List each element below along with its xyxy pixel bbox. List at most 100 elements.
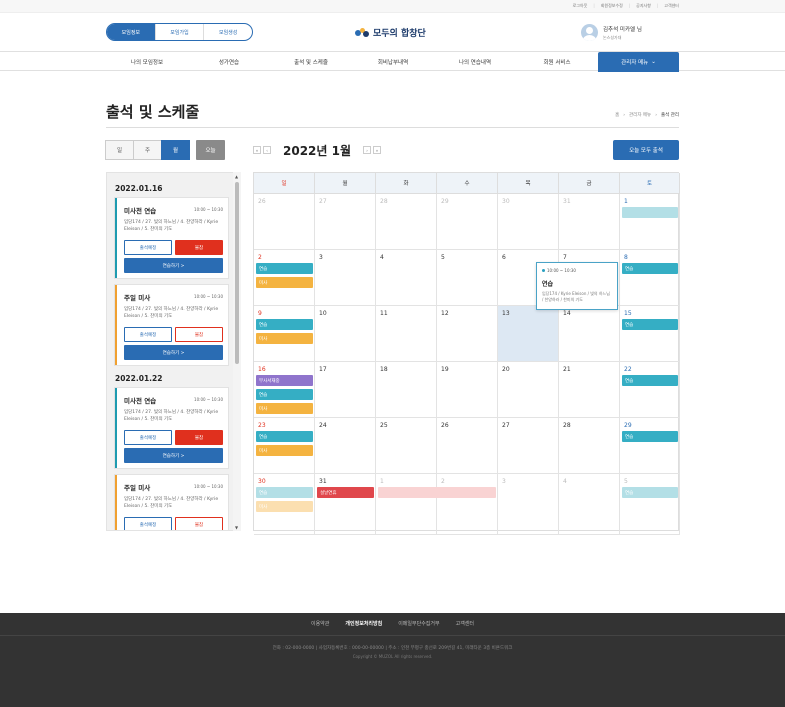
day-cell[interactable]: 29: [437, 194, 498, 250]
day-cell[interactable]: 26: [254, 194, 315, 250]
nav-item-6[interactable]: 회원 서비스: [516, 52, 598, 71]
scroll-up-icon[interactable]: ▲: [235, 174, 238, 179]
absent-button[interactable]: 불참: [175, 517, 223, 530]
breadcrumb-item[interactable]: 홈: [615, 112, 619, 118]
next-year-button[interactable]: »: [373, 146, 382, 154]
day-cell[interactable]: 18: [376, 362, 437, 418]
attend-planned-button[interactable]: 출석예정: [124, 517, 172, 530]
day-cell[interactable]: 1: [620, 194, 680, 250]
calendar-event[interactable]: 설날연휴: [317, 487, 374, 498]
breadcrumb-item[interactable]: 관리자 메뉴: [629, 112, 651, 118]
view-button-2[interactable]: 주: [133, 140, 162, 160]
attend-planned-button[interactable]: 출석예정: [124, 327, 172, 342]
day-cell[interactable]: 30: [498, 194, 559, 250]
view-button-1[interactable]: 일: [105, 140, 134, 160]
day-cell[interactable]: 4: [559, 474, 620, 535]
calendar-event[interactable]: 연습: [622, 263, 678, 274]
calendar-event[interactable]: 미사: [256, 501, 313, 512]
prev-month-button[interactable]: ‹: [263, 146, 271, 154]
practice-button[interactable]: 연습하기 >: [124, 345, 223, 360]
nav-item-3[interactable]: 출석 및 스케줄: [270, 52, 352, 71]
scroll-down-icon[interactable]: ▼: [235, 525, 238, 530]
calendar-event[interactable]: 연습: [622, 319, 678, 330]
day-cell[interactable]: 5: [620, 474, 680, 535]
nav-item-4[interactable]: 회비납부내역: [352, 52, 434, 71]
util-link[interactable]: 회원정보수정: [601, 3, 623, 9]
day-cell[interactable]: 19: [437, 362, 498, 418]
day-cell[interactable]: 14: [559, 306, 620, 362]
view-button-3[interactable]: 월: [161, 140, 190, 160]
day-cell[interactable]: 3: [498, 474, 559, 535]
footer-link[interactable]: 고객센터: [448, 620, 482, 627]
day-cell[interactable]: 27: [498, 418, 559, 474]
day-cell[interactable]: 26: [437, 418, 498, 474]
util-link[interactable]: 공지사항: [636, 3, 651, 9]
day-cell[interactable]: 12: [437, 306, 498, 362]
calendar-event[interactable]: 연습: [622, 487, 678, 498]
absent-button[interactable]: 불참: [175, 327, 223, 342]
day-cell[interactable]: 20: [498, 362, 559, 418]
segment-3[interactable]: 모임생성: [204, 24, 252, 40]
day-cell[interactable]: 4: [376, 250, 437, 306]
day-cell[interactable]: 5: [437, 250, 498, 306]
day-cell[interactable]: 11: [376, 306, 437, 362]
practice-button[interactable]: 연습하기 >: [124, 448, 223, 463]
day-cell[interactable]: 24: [315, 418, 376, 474]
footer-link[interactable]: 이메일무단수집거부: [390, 620, 447, 627]
day-cell[interactable]: 21: [559, 362, 620, 418]
calendar-event[interactable]: 부사서재중: [256, 375, 313, 386]
calendar-event[interactable]: 연습: [256, 263, 313, 274]
user-profile[interactable]: 김추석 미카엘 님 논스성가대: [581, 24, 642, 41]
event-popup[interactable]: 10:00 ~ 10:30 연습 입당174 / Kyrie Eleison /…: [536, 262, 618, 310]
nav-item-7[interactable]: 관리자 메뉴 ⌄: [598, 52, 679, 72]
calendar-event[interactable]: 연습: [622, 431, 678, 442]
nav-item-2[interactable]: 성가연습: [188, 52, 270, 71]
calendar-event[interactable]: 미사: [256, 403, 313, 414]
practice-button[interactable]: 연습하기 >: [124, 258, 223, 273]
footer-link[interactable]: 개인정보처리방침: [337, 620, 390, 627]
scrollbar[interactable]: ▲ ▼: [233, 172, 241, 531]
nav-item-5[interactable]: 나의 연습내역: [434, 52, 516, 71]
calendar-event[interactable]: 연습: [256, 389, 313, 400]
day-cell[interactable]: 28: [376, 194, 437, 250]
calendar-event[interactable]: 연습: [256, 319, 313, 330]
footer-link[interactable]: 이용약관: [303, 620, 337, 627]
day-cell[interactable]: 27: [315, 194, 376, 250]
day-cell[interactable]: 3: [315, 250, 376, 306]
calendar-event[interactable]: 연습: [256, 431, 313, 442]
day-cell[interactable]: 2: [437, 474, 498, 535]
schedule-list[interactable]: 2022.01.16 미사전 연습 10:00 ~ 10:30 입당174 / 27.…: [106, 172, 241, 531]
day-cell[interactable]: 10: [315, 306, 376, 362]
day-cell[interactable]: 15: [620, 306, 680, 362]
calendar-event[interactable]: [378, 487, 496, 498]
absent-button[interactable]: 불참: [175, 240, 223, 255]
today-button[interactable]: 오늘: [196, 140, 225, 160]
calendar-event[interactable]: 연습: [622, 375, 678, 386]
day-cell[interactable]: 17: [315, 362, 376, 418]
util-link[interactable]: 고객센터: [664, 3, 679, 9]
segment-2[interactable]: 모임가입: [156, 24, 205, 40]
calendar-event[interactable]: 미사: [256, 333, 313, 344]
calendar-event[interactable]: 미사: [256, 445, 313, 456]
day-cell[interactable]: 31: [315, 474, 376, 535]
logo[interactable]: 모두의 합창단: [355, 26, 426, 39]
segment-1[interactable]: 모임정보: [107, 24, 156, 40]
day-cell[interactable]: 22: [620, 362, 680, 418]
day-cell[interactable]: 25: [376, 418, 437, 474]
calendar-event[interactable]: 미사: [256, 277, 313, 288]
attend-all-today-button[interactable]: 오늘 모두 출석: [613, 140, 679, 160]
day-cell[interactable]: 1: [376, 474, 437, 535]
calendar-event[interactable]: 연습: [256, 487, 313, 498]
nav-item-1[interactable]: 나의 모임정보: [106, 52, 188, 71]
attend-planned-button[interactable]: 출석예정: [124, 430, 172, 445]
attend-planned-button[interactable]: 출석예정: [124, 240, 172, 255]
day-cell[interactable]: 31: [559, 194, 620, 250]
day-cell[interactable]: 28: [559, 418, 620, 474]
scrollbar-thumb[interactable]: [235, 182, 239, 364]
day-cell[interactable]: 13: [498, 306, 559, 362]
calendar-event[interactable]: [622, 207, 678, 218]
day-cell[interactable]: 8: [620, 250, 680, 306]
next-month-button[interactable]: ›: [363, 146, 372, 154]
absent-button[interactable]: 불참: [175, 430, 223, 445]
day-cell[interactable]: 29: [620, 418, 680, 474]
